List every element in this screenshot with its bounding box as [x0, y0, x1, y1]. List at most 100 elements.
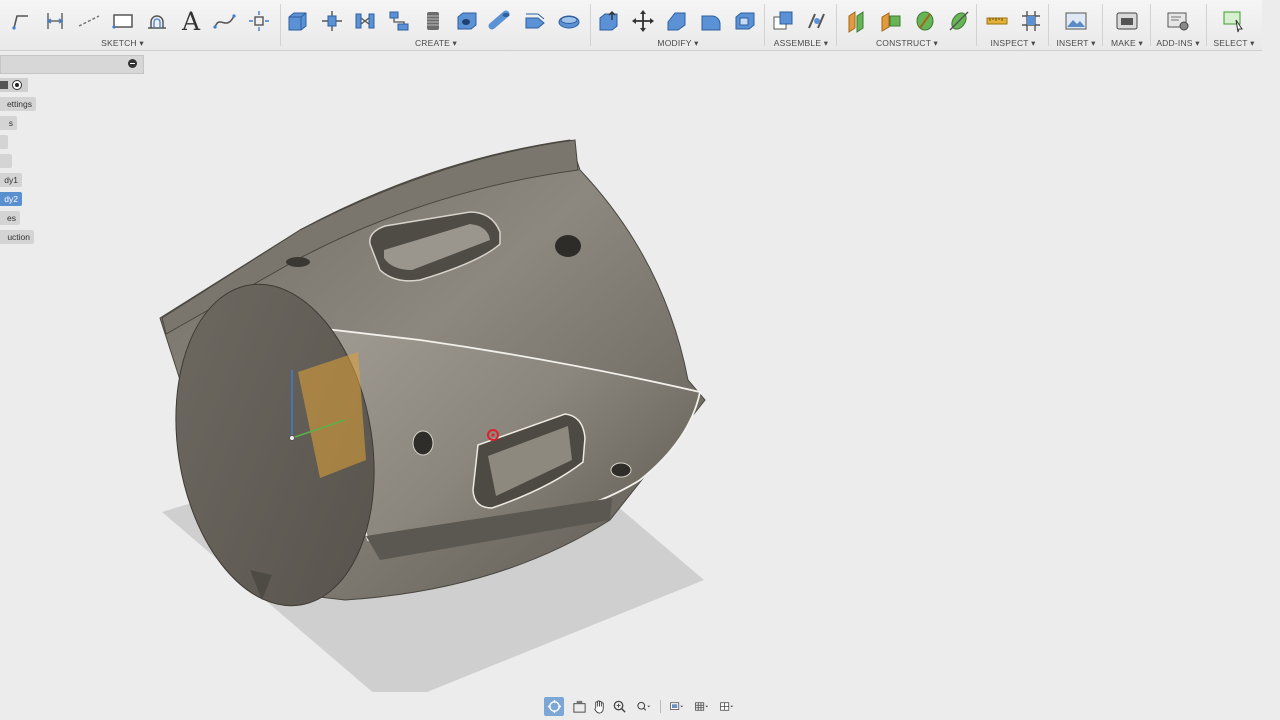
- look-at-button[interactable]: [569, 697, 589, 716]
- fit-dropdown-button[interactable]: [630, 697, 656, 716]
- orbit-icon: [547, 699, 561, 714]
- toolbar-separator: [1206, 4, 1207, 46]
- torus-icon[interactable]: [554, 6, 584, 36]
- section-analysis-icon[interactable]: [1016, 6, 1046, 36]
- insert-image-icon[interactable]: [1061, 6, 1091, 36]
- sweep-icon[interactable]: [350, 6, 380, 36]
- select-group: SELECT ▾: [1208, 0, 1260, 50]
- grid-icon: [694, 702, 708, 711]
- toolbar-separator: [764, 4, 765, 46]
- new-component-icon[interactable]: [768, 6, 798, 36]
- browser-node-body2[interactable]: dy2: [0, 192, 22, 206]
- construct-menu[interactable]: CONSTRUCT ▾: [838, 38, 976, 49]
- display-settings-icon: [669, 702, 683, 710]
- visibility-toggle[interactable]: [0, 78, 28, 92]
- hole-icon[interactable]: [452, 6, 482, 36]
- sketch-construction-line-icon[interactable]: [74, 6, 104, 36]
- chamfer-icon[interactable]: [696, 6, 726, 36]
- sketch-menu[interactable]: SKETCH ▾: [0, 38, 280, 49]
- browser-node-document-settings[interactable]: ettings: [0, 97, 36, 111]
- addins-group: ADD-INS ▾: [1152, 0, 1204, 50]
- toolbar-separator: [1102, 4, 1103, 46]
- window-select-icon[interactable]: [1219, 6, 1249, 36]
- pan-hand-icon: [593, 700, 604, 714]
- browser-node-origin[interactable]: [0, 135, 8, 149]
- loft-icon[interactable]: [384, 6, 414, 36]
- toolbar-separator: [280, 4, 281, 46]
- radio-visible-icon[interactable]: [12, 80, 22, 90]
- viewports-button[interactable]: [714, 697, 738, 716]
- thread-icon[interactable]: [520, 6, 550, 36]
- midplane-icon[interactable]: [910, 6, 940, 36]
- select-menu[interactable]: SELECT ▾: [1208, 38, 1260, 49]
- grid-settings-button[interactable]: [689, 697, 713, 716]
- selected-point-dot: [491, 433, 495, 437]
- main-toolbar: A SKETCH ▾ CREATE ▾ MODIFY ▾ ASSEMBLE ▾ …: [0, 0, 1262, 51]
- pipe-icon[interactable]: [486, 6, 516, 36]
- front-hole-small: [610, 462, 632, 478]
- 3d-viewport[interactable]: [0, 52, 1280, 692]
- toolbar-separator: [590, 4, 591, 46]
- 3d-print-icon[interactable]: [1112, 6, 1142, 36]
- dark-swatch-icon: [0, 81, 8, 89]
- addins-menu[interactable]: ADD-INS ▾: [1152, 38, 1204, 49]
- browser-node-named-views[interactable]: s: [0, 116, 17, 130]
- construct-group: CONSTRUCT ▾: [838, 0, 976, 50]
- display-settings-button[interactable]: [664, 697, 688, 716]
- multiple-views-icon: [719, 702, 733, 711]
- make-group: MAKE ▾: [1104, 0, 1150, 50]
- origin-point: [289, 435, 295, 441]
- fit-zoom-icon: [636, 701, 650, 711]
- axis-through-cylinder-icon[interactable]: [944, 6, 974, 36]
- sketch-group: A SKETCH ▾: [0, 0, 280, 50]
- pan-button[interactable]: [589, 697, 609, 716]
- sketch-offset-icon[interactable]: [142, 6, 172, 36]
- orbit-button[interactable]: [544, 697, 564, 716]
- scripts-addins-icon[interactable]: [1163, 6, 1193, 36]
- plane-at-angle-icon[interactable]: [876, 6, 906, 36]
- shell-icon[interactable]: [730, 6, 760, 36]
- sketch-text-icon[interactable]: A: [176, 6, 206, 36]
- text-tool-glyph: A: [181, 6, 201, 36]
- sketch-rectangle-icon[interactable]: [108, 6, 138, 36]
- navbar-separator: [660, 700, 661, 713]
- browser-node-bodies[interactable]: es: [0, 211, 20, 225]
- create-menu[interactable]: CREATE ▾: [282, 38, 590, 49]
- upper-hole: [555, 235, 581, 257]
- browser-panel-header[interactable]: [0, 55, 144, 74]
- fillet-icon[interactable]: [662, 6, 692, 36]
- make-menu[interactable]: MAKE ▾: [1104, 38, 1150, 49]
- modify-menu[interactable]: MODIFY ▾: [592, 38, 764, 49]
- measure-icon[interactable]: [982, 6, 1012, 36]
- sketch-spline-icon[interactable]: [210, 6, 240, 36]
- browser-node-construction[interactable]: uction: [0, 230, 34, 244]
- sketch-mirror-pattern-icon[interactable]: [244, 6, 274, 36]
- toolbar-separator: [836, 4, 837, 46]
- modify-group: MODIFY ▾: [592, 0, 764, 50]
- inspect-menu[interactable]: INSPECT ▾: [978, 38, 1048, 49]
- assemble-group: ASSEMBLE ▾: [766, 0, 836, 50]
- sketch-dimension-icon[interactable]: [40, 6, 70, 36]
- navigation-bar: [542, 697, 738, 716]
- look-at-icon: [572, 700, 586, 713]
- assemble-menu[interactable]: ASSEMBLE ▾: [766, 38, 836, 49]
- zoom-icon: [613, 700, 626, 713]
- offset-plane-icon[interactable]: [842, 6, 872, 36]
- toolbar-separator: [976, 4, 977, 46]
- collapse-panel-icon[interactable]: [128, 59, 137, 68]
- press-pull-icon[interactable]: [594, 6, 624, 36]
- revolve-icon[interactable]: [317, 6, 347, 36]
- extrude-icon[interactable]: [282, 6, 312, 36]
- browser-node-body1[interactable]: dy1: [0, 173, 22, 187]
- joint-icon[interactable]: [802, 6, 832, 36]
- insert-group: INSERT ▾: [1050, 0, 1102, 50]
- browser-node-sketches[interactable]: [0, 154, 12, 168]
- sketch-line-icon[interactable]: [6, 6, 36, 36]
- coil-icon[interactable]: [418, 6, 448, 36]
- zoom-button[interactable]: [609, 697, 629, 716]
- insert-menu[interactable]: INSERT ▾: [1050, 38, 1102, 49]
- toolbar-separator: [1048, 4, 1049, 46]
- move-icon[interactable]: [628, 6, 658, 36]
- toolbar-separator: [1150, 4, 1151, 46]
- flange-hole: [286, 257, 310, 267]
